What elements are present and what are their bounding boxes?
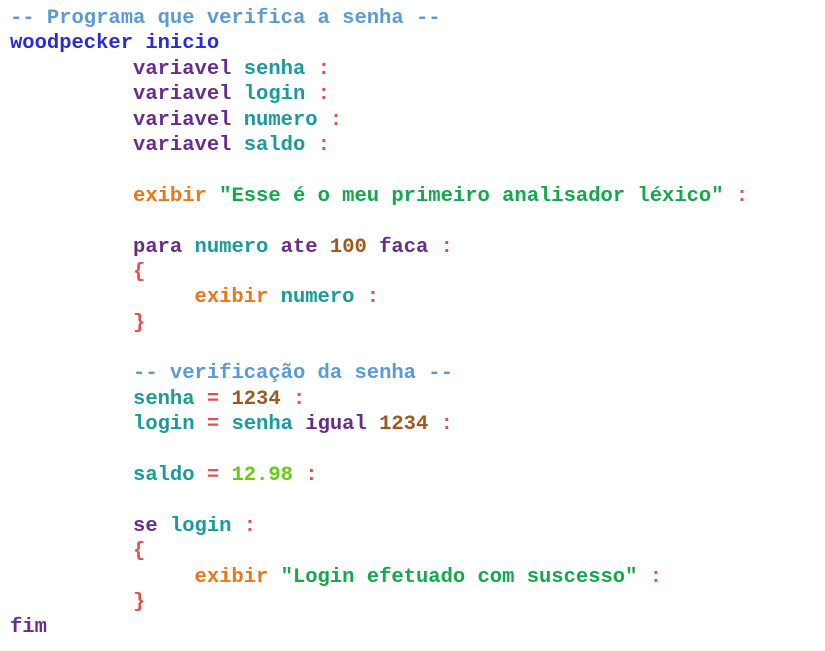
code-line: woodpecker inicio (10, 31, 822, 56)
code-token-punct: { (133, 540, 146, 564)
code-token-output: exibir (194, 565, 281, 589)
code-token-keyword: variavel (133, 83, 244, 107)
code-line: se login : (10, 514, 822, 539)
code-token-punct: : (440, 413, 453, 437)
code-token-identifier: senha (243, 57, 318, 81)
code-token-punct: : (305, 464, 318, 488)
code-line: } (10, 311, 822, 336)
code-token-output: exibir (133, 184, 220, 208)
code-token-punct: = (206, 464, 232, 488)
code-token-identifier: numero (194, 235, 281, 259)
code-token-identifier: login (169, 514, 244, 538)
code-token-keyword: variavel (133, 108, 244, 132)
code-token-identifier: saldo (243, 133, 318, 157)
code-line: variavel login : (10, 82, 822, 107)
code-token-identifier: login (243, 83, 318, 107)
code-token-punct: : (329, 108, 343, 132)
code-token-identifier: numero (243, 108, 330, 132)
code-token-keyword: para (133, 235, 195, 259)
code-token-punct: { (133, 260, 146, 284)
code-token-keyword: variavel (133, 133, 244, 157)
code-token-keyword: faca (379, 235, 441, 259)
code-line: { (10, 539, 822, 564)
code-line: saldo = 12.98 : (10, 463, 822, 488)
code-token-keyword: variavel (133, 57, 244, 81)
code-token-identifier: senha (133, 387, 207, 411)
code-line: variavel numero : (10, 108, 822, 133)
code-line: login = senha igual 1234 : (10, 412, 822, 437)
code-token-punct: : (366, 286, 380, 310)
code-token-keyword: se (133, 514, 170, 538)
code-token-punct: : (649, 565, 663, 589)
code-token-punct: = (206, 387, 232, 411)
code-line: variavel senha : (10, 57, 822, 82)
code-token-identifier: login (133, 413, 207, 437)
code-line: -- verificação da senha -- (10, 361, 822, 386)
code-editor[interactable]: -- Programa que verifica a senha -- woodp… (10, 6, 822, 646)
code-token-integer: 1234 (379, 413, 441, 437)
code-token-punct: } (133, 311, 146, 335)
code-line: fim (10, 615, 822, 640)
code-token-punct: = (206, 413, 232, 437)
code-token-float: 12.98 (231, 464, 306, 488)
code-token-punct: : (440, 235, 453, 259)
code-line: -- Programa que verifica a senha -- (10, 6, 822, 31)
code-token-comment: -- verificação da senha -- (133, 362, 453, 386)
code-token-identifier: numero (280, 286, 367, 310)
code-token-string: "Esse é o meu primeiro analisador léxico… (219, 184, 736, 208)
code-token-punct: : (292, 387, 306, 411)
code-token-punct: : (317, 133, 330, 157)
code-token-comment: -- Programa que verifica a senha -- (10, 7, 441, 30)
code-token-integer: 1234 (231, 387, 293, 411)
code-token-keyword: igual (305, 413, 380, 437)
code-line: variavel saldo : (10, 133, 822, 158)
code-token-string: "Login efetuado com suscesso" (280, 565, 650, 589)
code-token-block: woodpecker inicio (10, 32, 220, 56)
code-token-keyword: ate (280, 235, 330, 259)
code-token-punct: : (243, 514, 257, 538)
code-token-punct: } (133, 590, 146, 614)
code-line: exibir numero : (10, 285, 822, 310)
code-line: para numero ate 100 faca : (10, 235, 822, 260)
code-line: senha = 1234 : (10, 387, 822, 412)
code-token-punct: : (317, 57, 330, 81)
code-token-output: exibir (194, 286, 281, 310)
code-token-punct: : (735, 184, 749, 208)
code-token-identifier: saldo (133, 464, 207, 488)
code-line: { (10, 260, 822, 285)
code-line: exibir "Login efetuado com suscesso" : (10, 565, 822, 590)
code-token-identifier: senha (231, 413, 306, 437)
code-token-integer: 100 (329, 235, 380, 259)
code-token-keyword: fim (10, 616, 47, 640)
code-line: } (10, 590, 822, 615)
code-line: exibir "Esse é o meu primeiro analisador… (10, 184, 822, 209)
code-token-punct: : (317, 83, 330, 107)
